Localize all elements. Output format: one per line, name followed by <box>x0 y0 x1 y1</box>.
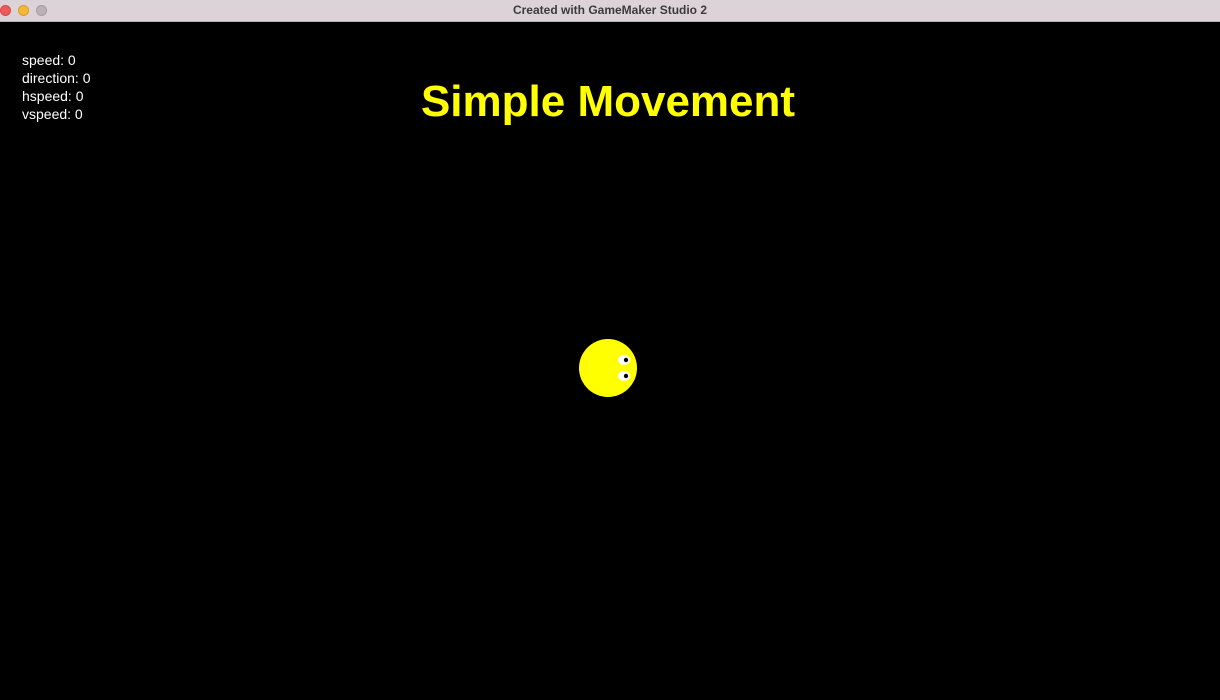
player-pupil-top <box>623 357 629 363</box>
window-title: Created with GameMaker Studio 2 <box>512 3 708 17</box>
hud-speed: speed: 0 <box>22 52 76 68</box>
game-title: Simple Movement <box>420 77 796 126</box>
game-window: Created with GameMaker Studio 2 speed: 0… <box>0 0 1220 700</box>
player-body <box>579 339 637 397</box>
player-pupil-bottom <box>623 373 629 379</box>
game-canvas[interactable]: speed: 0 direction: 0 hspeed: 0 vspeed: … <box>0 23 1220 700</box>
player-sprite-icon <box>579 339 637 397</box>
window-titlebar[interactable]: Created with GameMaker Studio 2 <box>0 0 1220 22</box>
